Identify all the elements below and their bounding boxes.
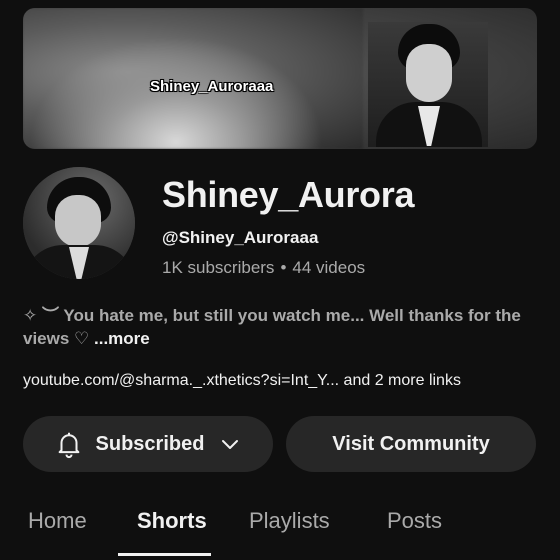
visit-community-button[interactable]: Visit Community [286, 416, 536, 472]
more-links[interactable]: and 2 more links [339, 372, 461, 389]
channel-banner: Shiney_Auroraaa [23, 8, 537, 149]
channel-description[interactable]: ✧ ︶ You hate me, but still you watch me.… [23, 304, 543, 350]
primary-link[interactable]: youtube.com/@sharma._.xthetics?si=Int_Y.… [23, 372, 339, 389]
chevron-down-icon [222, 440, 239, 449]
banner-photo-right [368, 22, 488, 147]
banner-label: Shiney_Auroraaa [150, 78, 274, 95]
channel-tabs: Home Shorts Playlists Posts [0, 498, 560, 560]
visit-community-label: Visit Community [332, 432, 490, 455]
subscribed-label: Subscribed [95, 432, 205, 455]
tab-posts[interactable]: Posts [387, 508, 442, 534]
active-tab-indicator [118, 553, 211, 556]
channel-avatar[interactable] [23, 167, 135, 279]
channel-links[interactable]: youtube.com/@sharma._.xthetics?si=Int_Y.… [23, 372, 543, 390]
tab-playlists[interactable]: Playlists [249, 508, 330, 534]
bell-icon [58, 432, 79, 459]
subscribed-button[interactable]: Subscribed [23, 416, 273, 472]
channel-stats: 1K subscribers • 44 videos [162, 258, 365, 278]
video-count: 44 videos [292, 258, 366, 277]
description-more-link[interactable]: ...more [94, 329, 150, 348]
channel-name: Shiney_Aurora [162, 174, 415, 215]
subscriber-count: 1K subscribers [162, 258, 275, 277]
tab-home[interactable]: Home [28, 508, 87, 534]
channel-handle: @Shiney_Auroraaa [162, 228, 319, 247]
tab-shorts[interactable]: Shorts [137, 508, 207, 534]
stats-separator: • [280, 258, 287, 277]
